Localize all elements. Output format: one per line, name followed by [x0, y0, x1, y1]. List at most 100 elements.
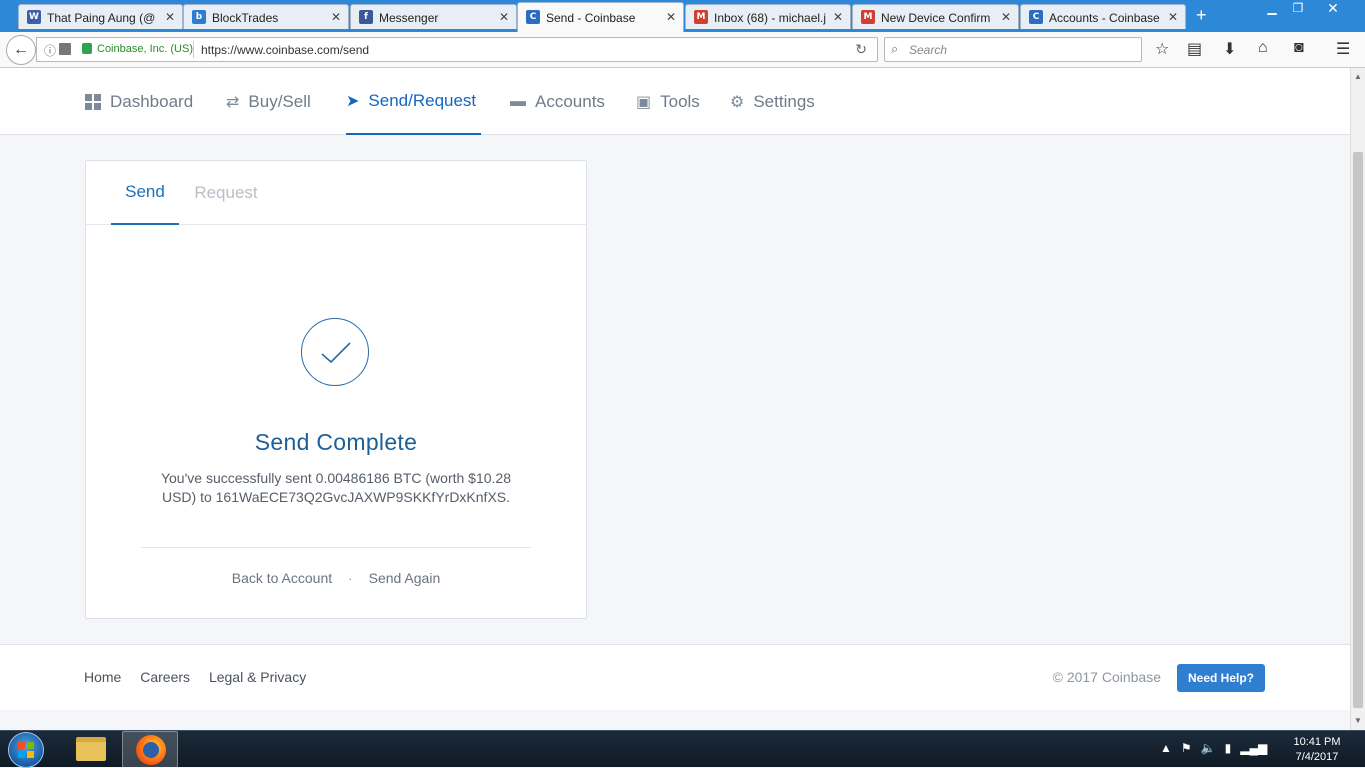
- send-complete-message: You've successfully sent 0.00486186 BTC …: [160, 470, 512, 505]
- reload-icon[interactable]: ↻: [855, 41, 867, 58]
- tab-close-icon[interactable]: ✕: [833, 10, 843, 24]
- tab-send[interactable]: Send: [111, 161, 179, 225]
- browser-tab[interactable]: M New Device Confirm ✕: [852, 4, 1019, 29]
- url-bar[interactable]: ⓘ Coinbase, Inc. (US) https://www.coinba…: [36, 37, 878, 62]
- page-icon: [59, 43, 71, 55]
- folder-icon: [76, 737, 106, 761]
- checkmark-icon: [321, 342, 351, 364]
- browser-tab[interactable]: C Accounts - Coinbase ✕: [1020, 4, 1186, 29]
- taskbar-explorer[interactable]: [61, 731, 117, 768]
- coinbase-favicon-icon: C: [1029, 10, 1043, 24]
- menu-icon[interactable]: ☰: [1336, 39, 1350, 59]
- url-text[interactable]: https://www.coinbase.com/send: [201, 43, 369, 57]
- browser-tab[interactable]: W That Paing Aung (@ ✕: [18, 4, 183, 29]
- windows-logo-icon: [18, 742, 34, 758]
- close-window-icon[interactable]: ✕: [1311, 0, 1355, 18]
- new-tab-icon[interactable]: +: [1196, 5, 1207, 26]
- page-scrollbar[interactable]: ▲ ▼: [1350, 68, 1365, 730]
- firefox-icon: [136, 735, 166, 765]
- footer-link-legal[interactable]: Legal & Privacy: [209, 669, 306, 685]
- site-identity[interactable]: Coinbase, Inc. (US): [97, 43, 193, 55]
- back-to-account-link[interactable]: Back to Account: [232, 570, 332, 586]
- coinbase-nav: Dashboard ⇄ Buy/Sell ➤ Send/Request ▬ Ac…: [0, 68, 1350, 135]
- browser-tab[interactable]: M Inbox (68) - michael.j ✕: [685, 4, 851, 29]
- tab-title: Accounts - Coinbase: [1049, 11, 1160, 25]
- minimize-icon[interactable]: ▁: [1259, 0, 1285, 18]
- scroll-up-icon[interactable]: ▲: [1354, 72, 1362, 81]
- nav-label: Buy/Sell: [248, 91, 311, 111]
- nav-tools[interactable]: ▣ Tools: [636, 68, 700, 135]
- lock-icon[interactable]: [82, 43, 92, 54]
- exchange-icon: ⇄: [226, 93, 240, 111]
- nav-label: Tools: [660, 91, 700, 111]
- steemit-favicon-icon: W: [27, 10, 41, 24]
- taskbar-firefox[interactable]: [122, 731, 178, 768]
- coinbase-favicon-icon: C: [526, 10, 540, 24]
- tab-close-icon[interactable]: ✕: [331, 10, 341, 24]
- page-footer: Home Careers Legal & Privacy © 2017 Coin…: [0, 644, 1350, 710]
- card-actions: Back to Account · Send Again: [86, 570, 586, 586]
- browser-tab[interactable]: f Messenger ✕: [350, 4, 517, 29]
- browser-toolbar: ← ⓘ Coinbase, Inc. (US) https://www.coin…: [0, 32, 1365, 68]
- footer-link-home[interactable]: Home: [84, 669, 121, 685]
- browser-tab[interactable]: b BlockTrades ✕: [183, 4, 349, 29]
- taskbar-clock[interactable]: 10:41 PM 7/4/2017: [1282, 735, 1352, 765]
- volume-icon[interactable]: 🔈: [1201, 741, 1216, 755]
- tab-request[interactable]: Request: [188, 161, 264, 225]
- send-complete-title: Send Complete: [254, 429, 418, 455]
- nav-buy-sell[interactable]: ⇄ Buy/Sell: [226, 68, 311, 135]
- footer-links: Home Careers Legal & Privacy: [84, 669, 321, 685]
- wallet-icon: ▬: [510, 92, 526, 110]
- action-center-flag-icon[interactable]: ⚑: [1181, 741, 1192, 755]
- send-icon: ➤: [346, 92, 360, 110]
- nav-label: Send/Request: [368, 90, 477, 110]
- tab-close-icon[interactable]: ✕: [1001, 10, 1011, 24]
- nav-send-request[interactable]: ➤ Send/Request: [346, 68, 481, 135]
- nav-label: Dashboard: [110, 91, 194, 111]
- blocktrades-favicon-icon: b: [192, 10, 206, 24]
- network-signal-icon[interactable]: ▂▄▆: [1240, 741, 1267, 755]
- back-arrow-icon[interactable]: ←: [6, 35, 36, 65]
- send-again-link[interactable]: Send Again: [369, 570, 441, 586]
- tab-close-icon[interactable]: ✕: [165, 10, 175, 24]
- info-icon[interactable]: ⓘ: [44, 42, 56, 59]
- browser-tab-active[interactable]: C Send - Coinbase ✕: [517, 2, 684, 32]
- scroll-thumb[interactable]: [1353, 152, 1363, 708]
- footer-link-careers[interactable]: Careers: [140, 669, 190, 685]
- dashboard-icon: [85, 93, 101, 110]
- nav-accounts[interactable]: ▬ Accounts: [510, 68, 605, 135]
- power-icon[interactable]: ▮: [1225, 741, 1232, 755]
- nav-dashboard[interactable]: Dashboard: [85, 68, 193, 135]
- start-button[interactable]: [8, 732, 44, 768]
- restore-icon[interactable]: ❐: [1285, 0, 1311, 18]
- tab-title: Inbox (68) - michael.j: [714, 11, 826, 25]
- search-icon: ⌕: [891, 41, 899, 56]
- tab-close-icon[interactable]: ✕: [1168, 10, 1178, 24]
- download-icon[interactable]: ⬇: [1223, 39, 1236, 59]
- success-checkmark-icon: [301, 318, 369, 386]
- tab-title: Messenger: [379, 11, 439, 25]
- bookmark-star-icon[interactable]: ☆: [1155, 39, 1169, 59]
- home-icon[interactable]: ⌂: [1258, 39, 1268, 57]
- gmail-favicon-icon: M: [694, 10, 708, 24]
- link-separator: ·: [348, 570, 353, 586]
- show-hidden-icons-icon[interactable]: ▲: [1160, 741, 1172, 755]
- tab-close-icon[interactable]: ✕: [499, 10, 509, 24]
- nav-settings[interactable]: ⚙ Settings: [730, 68, 815, 135]
- reading-list-icon[interactable]: ▤: [1187, 39, 1202, 59]
- tab-title: BlockTrades: [212, 11, 279, 25]
- gmail-favicon-icon: M: [861, 10, 875, 24]
- tab-title: New Device Confirm: [881, 11, 991, 25]
- search-placeholder: Search: [909, 43, 948, 57]
- page-bottom-space: [0, 710, 1350, 730]
- need-help-button[interactable]: Need Help?: [1177, 664, 1265, 692]
- nav-label: Accounts: [535, 91, 605, 111]
- browser-tab-bar: W That Paing Aung (@ ✕ b BlockTrades ✕ f…: [0, 0, 1365, 32]
- tab-close-icon[interactable]: ✕: [666, 10, 676, 24]
- gear-icon: ⚙: [730, 93, 745, 111]
- tab-title: Send - Coinbase: [546, 11, 636, 25]
- scroll-down-icon[interactable]: ▼: [1354, 716, 1362, 725]
- search-input[interactable]: ⌕ Search: [884, 37, 1142, 62]
- pocket-icon[interactable]: ◙: [1294, 39, 1304, 57]
- tab-title: That Paing Aung (@: [47, 11, 156, 25]
